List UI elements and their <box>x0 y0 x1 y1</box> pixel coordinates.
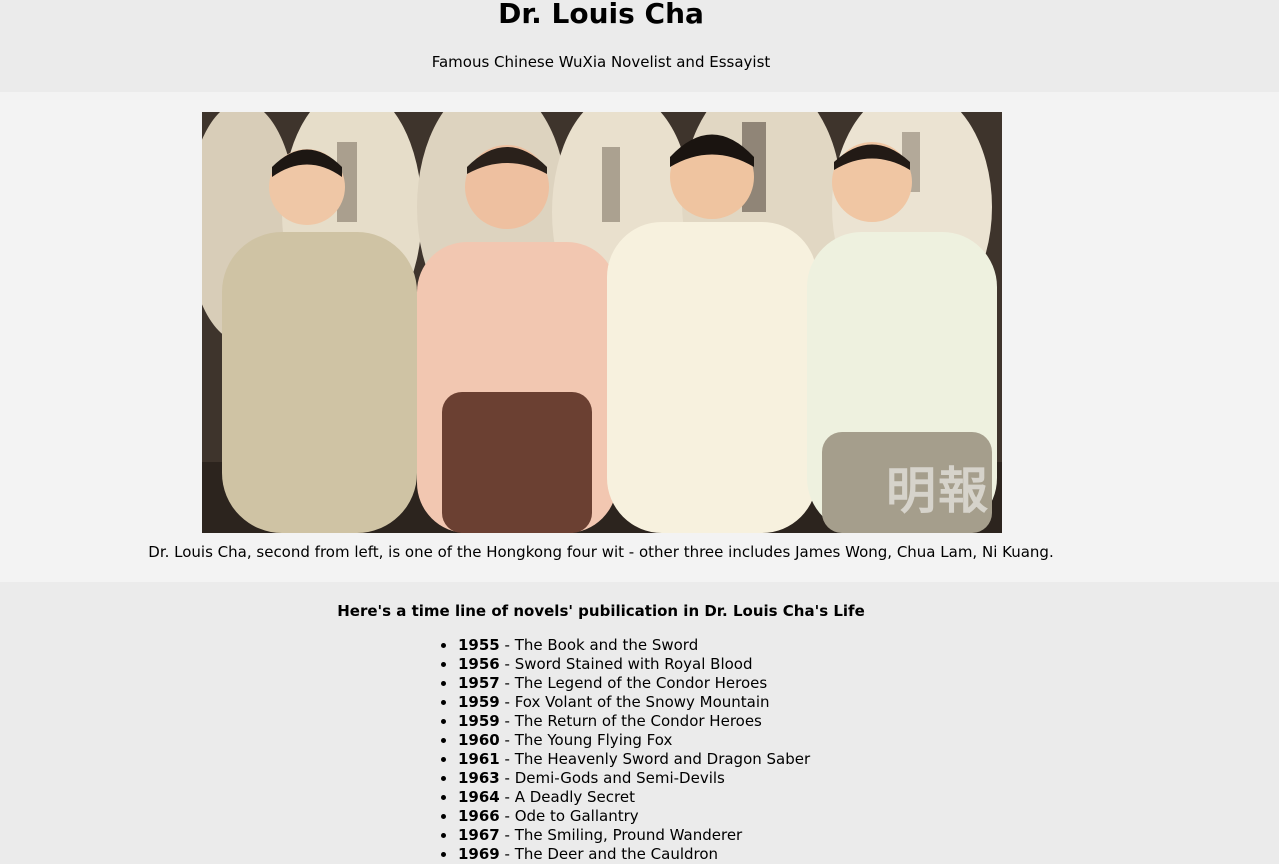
list-item-year: 1957 <box>458 674 500 692</box>
list-item-year: 1963 <box>458 769 500 787</box>
list-item-year: 1960 <box>458 731 500 749</box>
list-item-year: 1966 <box>458 807 500 825</box>
list-item: 1961 - The Heavenly Sword and Dragon Sab… <box>440 750 811 769</box>
list-item: 1969 - The Deer and the Cauldron <box>440 845 810 864</box>
list-item: 1966 - Ode to Gallantry <box>440 807 810 826</box>
list-item: 1964 - A Deadly Secret <box>440 788 810 807</box>
list-item: 1959 - Fox Volant of the Snowy Mountain <box>440 693 810 712</box>
photo-section: 明報 Dr. Louis Cha, second from left, is o… <box>0 92 1279 582</box>
group-photo: 明報 <box>202 112 1002 533</box>
list-item-title: - Sword Stained with Royal Blood <box>499 655 753 673</box>
list-item: 1967 - The Smiling, Pround Wanderer <box>440 826 810 845</box>
list-item-title: - The Smiling, Pround Wanderer <box>499 826 743 844</box>
list-item-title: - Demi-Gods and Semi-Devils <box>499 769 725 787</box>
list-item-title: - The Heavenly Sword and Dragon Saber <box>499 750 811 768</box>
list-item: 1963 - Demi-Gods and Semi-Devils <box>440 769 810 788</box>
list-item-year: 1967 <box>458 826 500 844</box>
list-item-title: - Fox Volant of the Snowy Mountain <box>499 693 770 711</box>
list-item-title: - A Deadly Secret <box>499 788 635 806</box>
list-item: 1960 - The Young Flying Fox <box>440 731 810 750</box>
list-item-year: 1955 <box>458 636 500 654</box>
list-item-year: 1959 <box>458 693 500 711</box>
page-header: Dr. Louis Cha Famous Chinese WuXia Novel… <box>0 0 1279 92</box>
list-item-title: - The Legend of the Condor Heroes <box>499 674 768 692</box>
list-item-title: - The Book and the Sword <box>499 636 699 654</box>
timeline-list: 1955 - The Book and the Sword 1956 - Swo… <box>440 636 811 864</box>
list-item-title: - The Return of the Condor Heroes <box>499 712 762 730</box>
watermark-logo: 明報 <box>886 461 990 520</box>
list-item-year: 1956 <box>458 655 500 673</box>
list-item-year: 1961 <box>458 750 500 768</box>
list-item-title: - The Deer and the Cauldron <box>499 845 719 863</box>
timeline-section: Here's a time line of novels' pubilicati… <box>0 582 1279 863</box>
timeline-heading: Here's a time line of novels' pubilicati… <box>337 602 865 620</box>
list-item-year: 1959 <box>458 712 500 730</box>
page-title: Dr. Louis Cha <box>498 0 704 30</box>
page-subtitle: Famous Chinese WuXia Novelist and Essayi… <box>431 53 771 71</box>
list-item-title: - The Young Flying Fox <box>499 731 673 749</box>
list-item: 1956 - Sword Stained with Royal Blood <box>440 655 810 674</box>
list-item: 1957 - The Legend of the Condor Heroes <box>440 674 810 693</box>
list-item-year: 1964 <box>458 788 500 806</box>
list-item-year: 1969 <box>458 845 500 863</box>
list-item: 1959 - The Return of the Condor Heroes <box>440 712 810 731</box>
photo-caption: Dr. Louis Cha, second from left, is one … <box>148 543 1054 561</box>
list-item: 1955 - The Book and the Sword <box>440 636 810 655</box>
group-photo-illustration <box>202 112 1002 533</box>
list-item-title: - Ode to Gallantry <box>499 807 639 825</box>
